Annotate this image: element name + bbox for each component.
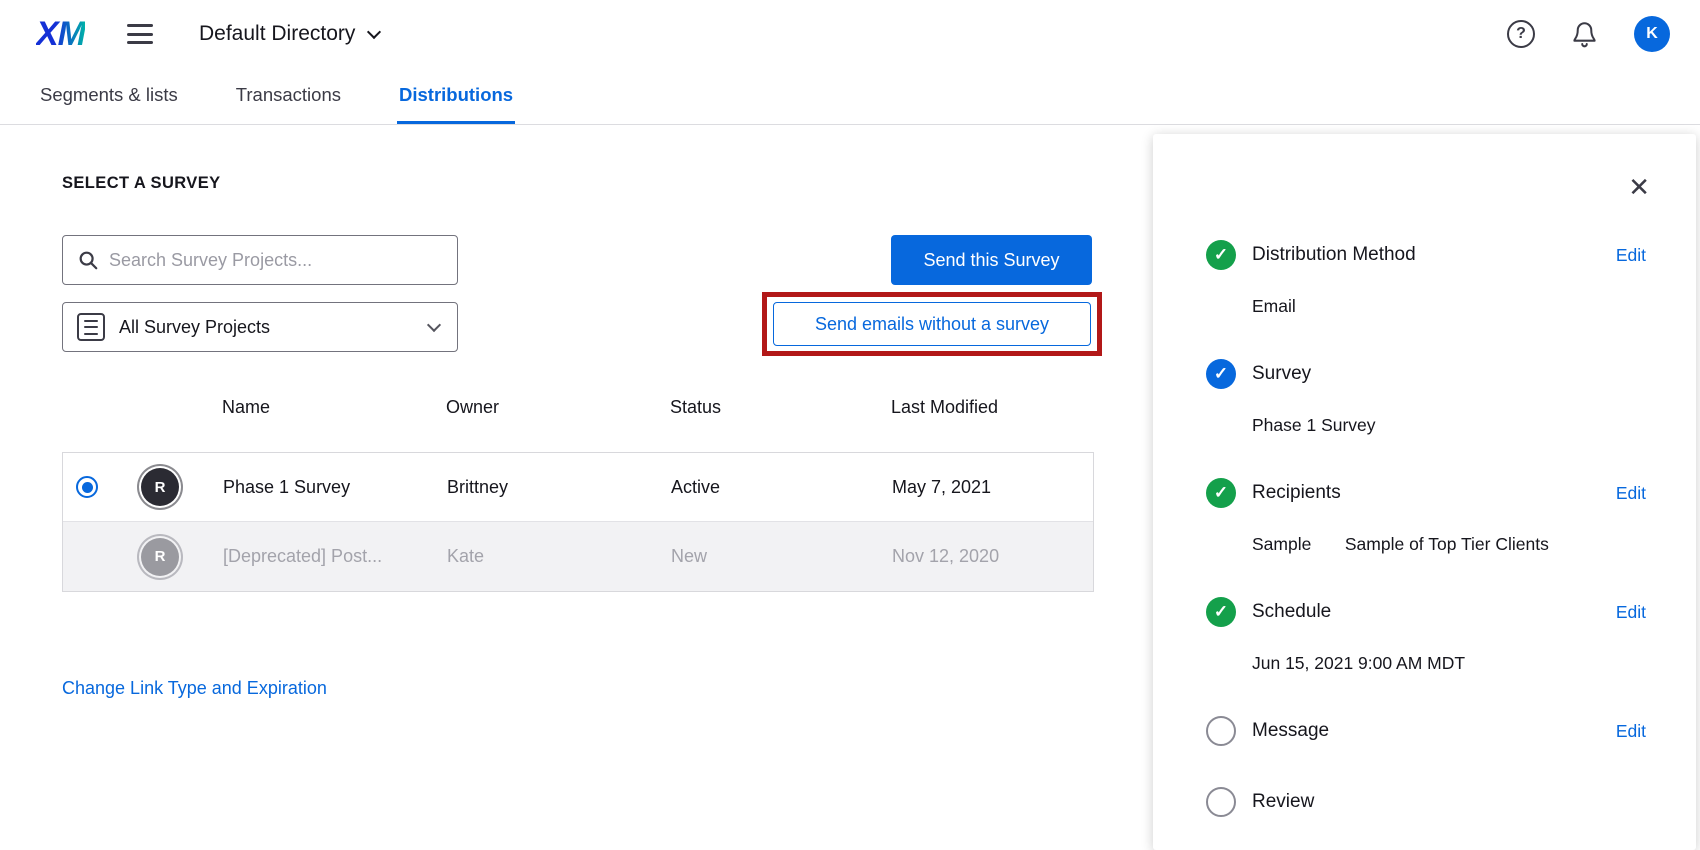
tab-distributions[interactable]: Distributions [397,68,516,124]
step-detail: Phase 1 Survey [1252,415,1376,435]
search-icon [77,249,99,271]
top-header: XM Default Directory ? K [0,0,1700,68]
tab-transactions[interactable]: Transactions [234,68,343,124]
recipients-type: Sample [1252,534,1312,554]
check-icon: ✓ [1206,478,1236,508]
list-filter-icon [77,313,105,341]
send-emails-without-survey-button[interactable]: Send emails without a survey [773,302,1091,346]
column-name: Name [222,396,271,417]
table-row[interactable]: R Phase 1 Survey Brittney Active May 7, … [63,453,1093,522]
step-distribution-method: ✓ Distribution Method Edit Email [1206,240,1646,317]
avatar: R [141,537,179,576]
cell-name: Phase 1 Survey [223,476,351,497]
step-message: Message Edit [1206,716,1646,746]
chevron-down-icon [426,317,442,333]
directory-label: Default Directory [199,22,356,45]
cell-last-modified: Nov 12, 2020 [892,546,1000,566]
directory-selector[interactable]: Default Directory [199,22,382,46]
incomplete-step-icon [1206,787,1236,817]
section-title: SELECT A SURVEY [62,174,221,192]
tab-bar: Segments & lists Transactions Distributi… [0,68,1700,125]
step-label: Review [1252,791,1315,812]
annotation-highlight: Send emails without a survey [762,292,1102,356]
step-label: Recipients [1252,482,1341,503]
avatar: R [141,468,179,506]
step-recipients: ✓ Recipients Edit Sample Sample of Top T… [1206,478,1646,555]
step-survey: ✓ Survey Phase 1 Survey [1206,359,1646,436]
cell-owner: Brittney [447,476,509,497]
tab-segments-and-lists[interactable]: Segments & lists [38,68,180,124]
step-schedule: ✓ Schedule Edit Jun 15, 2021 9:00 AM MDT [1206,597,1646,674]
column-status: Status [670,396,722,417]
send-this-survey-button[interactable]: Send this Survey [891,235,1092,285]
survey-select-section: SELECT A SURVEY All Survey Projects Send… [62,126,1102,850]
change-link-type-link[interactable]: Change Link Type and Expiration [62,678,327,699]
edit-recipients-link[interactable]: Edit [1616,483,1646,504]
cell-name: [Deprecated] Post... [223,546,383,566]
project-filter-dropdown[interactable]: All Survey Projects [62,302,458,352]
edit-distribution-method-link[interactable]: Edit [1616,245,1646,266]
recipients-sample-name: Sample of Top Tier Clients [1344,534,1549,554]
check-icon: ✓ [1206,359,1236,389]
notifications-bell-icon[interactable] [1571,21,1598,48]
step-label: Schedule [1252,601,1332,622]
incomplete-step-icon [1206,716,1236,746]
step-review: Review [1206,787,1646,817]
page-content: SELECT A SURVEY All Survey Projects Send… [0,126,1700,850]
user-avatar[interactable]: K [1634,16,1670,52]
survey-table-header: Name Owner Status Last Modified [62,388,1094,430]
step-label: Survey [1252,363,1312,384]
xm-logo: XM [36,14,86,53]
search-input[interactable] [109,249,443,271]
close-icon[interactable]: ✕ [1628,174,1650,200]
step-detail: Email [1252,296,1296,316]
cell-status: New [671,546,708,566]
chevron-down-icon [367,24,382,39]
survey-search-box [62,235,458,285]
cell-status: Active [671,476,721,497]
help-icon[interactable]: ? [1507,20,1535,48]
steps-list: ✓ Distribution Method Edit Email ✓ Surve… [1206,240,1646,817]
step-detail: Jun 15, 2021 9:00 AM MDT [1252,653,1466,673]
step-label: Message [1252,720,1330,741]
project-filter-value: All Survey Projects [119,316,271,337]
table-row[interactable]: R [Deprecated] Post... Kate New Nov 12, … [63,522,1093,591]
edit-schedule-link[interactable]: Edit [1616,602,1646,623]
check-icon: ✓ [1206,240,1236,270]
cell-last-modified: May 7, 2021 [892,476,992,497]
radio-selected[interactable] [76,476,98,498]
step-detail: Sample Sample of Top Tier Clients [1252,534,1646,555]
column-owner: Owner [446,396,500,417]
check-icon: ✓ [1206,597,1236,627]
distribution-steps-panel: ✕ ✓ Distribution Method Edit Email ✓ Sur… [1153,134,1696,850]
hamburger-menu-icon[interactable] [127,24,153,44]
survey-table: R Phase 1 Survey Brittney Active May 7, … [62,452,1094,592]
column-last-modified: Last Modified [891,396,999,417]
cell-owner: Kate [447,546,485,566]
edit-message-link[interactable]: Edit [1616,721,1646,742]
step-label: Distribution Method [1252,244,1416,265]
